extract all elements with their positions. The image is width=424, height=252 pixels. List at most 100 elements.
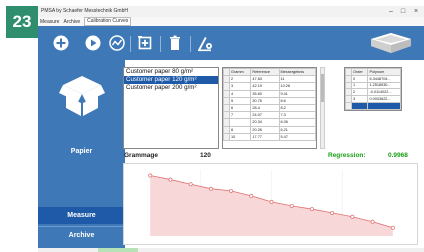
regression-value: 0.9968 [388, 152, 408, 159]
chart-data-point[interactable] [370, 219, 375, 224]
table-cell[interactable]: 20.34 [250, 118, 280, 127]
grammage-label: Grammage [124, 152, 158, 159]
menu-bar: Measure Archive Calibration Curves [38, 17, 424, 26]
table-cell[interactable]: 42.19 [250, 82, 280, 91]
add-square-icon[interactable] [136, 34, 154, 52]
chart-data-point[interactable] [229, 188, 234, 193]
table-cell[interactable]: 10.26 [278, 82, 316, 91]
chart-data-point[interactable] [289, 203, 294, 208]
table-cell[interactable] [350, 101, 369, 110]
table-row[interactable]: 5 30.76 8.6 [223, 96, 316, 105]
table-row[interactable] [345, 101, 401, 110]
table-cell[interactable]: 0 [350, 74, 369, 83]
nav-archive-button[interactable]: Archive [38, 226, 125, 243]
chart-data-point[interactable] [188, 182, 193, 187]
minimize-button[interactable]: – [386, 7, 396, 16]
table-cell[interactable]: 47.63 [250, 75, 280, 84]
table-cell[interactable]: 1 [350, 81, 369, 90]
paper-box-icon [57, 70, 107, 120]
window-title: PMSA by Schaefer Messtechnik GmbH [41, 8, 128, 14]
chart-data-point[interactable] [168, 177, 173, 182]
chart-data-point[interactable] [208, 186, 213, 191]
table-cell[interactable]: 8 [228, 125, 252, 134]
table-row[interactable]: 1 1.2518930... [345, 81, 401, 90]
regression-label: Regression: [328, 152, 366, 159]
table-cell[interactable]: 9.41 [278, 89, 316, 98]
table-cell[interactable]: 4 [228, 89, 252, 98]
column-header[interactable]: Reference [250, 68, 280, 77]
table-cell[interactable]: 2 [228, 75, 252, 84]
table-cell[interactable]: 17.77 [250, 132, 280, 141]
table-cell[interactable] [367, 101, 401, 110]
column-header[interactable]: Order [350, 68, 369, 76]
paper-list-item-selected[interactable]: Customer paper 120 g/m² [124, 76, 218, 84]
table-cell[interactable]: 7 [228, 111, 252, 120]
table-cell[interactable]: 0.0003622... [367, 95, 401, 103]
table-cell[interactable]: -0.0114022... [367, 88, 401, 97]
paper-list-item[interactable]: Customer paper 200 g/m² [124, 84, 218, 92]
calibrate-icon[interactable] [196, 34, 214, 52]
chart-data-point[interactable] [269, 199, 274, 204]
app-root: 23 PMSA by Schaefer Messtechnik GmbH – □… [0, 0, 424, 252]
trash-icon[interactable] [166, 34, 184, 52]
table-cell[interactable]: 1.2518930... [367, 81, 401, 90]
trend-circle-icon[interactable] [108, 34, 126, 52]
play-circle-icon[interactable] [84, 34, 102, 52]
window-title-bar: PMSA by Schaefer Messtechnik GmbH – □ × [38, 6, 424, 17]
table-header-row: Gramm Reference Messergebnis [223, 68, 316, 77]
chart-data-point[interactable] [390, 225, 395, 230]
table-cell[interactable]: 28.4 [250, 103, 280, 113]
table-cell[interactable]: 35.60 [250, 89, 280, 98]
chart-data-point[interactable] [249, 193, 254, 198]
table-cell[interactable]: 6.06 [278, 118, 316, 127]
table-row[interactable]: 3 0.0003622... [345, 95, 401, 103]
table-scrollbar[interactable] [320, 67, 325, 149]
table-cell[interactable]: 24.07 [250, 111, 280, 120]
table-cell[interactable]: 11 [278, 75, 316, 84]
table-cell[interactable]: 30.76 [250, 96, 280, 105]
add-circle-icon[interactable] [52, 34, 70, 52]
table-cell[interactable]: 8.6 [278, 96, 316, 105]
table-cell[interactable]: 20.26 [250, 125, 280, 134]
paper-list-item[interactable]: Customer paper 80 g/m² [124, 68, 218, 76]
table-cell[interactable]: 6 [228, 103, 252, 113]
table-row[interactable]: 7 24.07 7.3 [223, 111, 316, 120]
chart-data-point[interactable] [148, 173, 153, 178]
table-cell[interactable]: 7.3 [278, 111, 316, 120]
column-header[interactable]: Messergebnis [278, 68, 316, 77]
table-cell[interactable] [228, 118, 252, 127]
column-header[interactable]: Gramm [228, 68, 252, 77]
scrollbar-thumb[interactable] [321, 74, 324, 102]
menu-archive[interactable]: Archive [63, 19, 80, 25]
table-row[interactable]: 2 -0.0114022... [345, 88, 401, 97]
chart-data-point[interactable] [330, 210, 335, 215]
table-cell[interactable]: 10 [228, 132, 252, 141]
menu-measure[interactable]: Measure [40, 19, 59, 25]
table-cell[interactable]: 6.3448704... [367, 74, 401, 83]
toolbar [38, 26, 424, 60]
table-cell[interactable]: 3 [350, 95, 369, 103]
toolbar-separator [190, 36, 191, 52]
column-header[interactable]: Polynom [367, 68, 401, 76]
table-row[interactable]: 2 47.63 11 [223, 75, 316, 84]
table-row[interactable]: 10 17.77 5.47 [223, 132, 316, 141]
table-row[interactable]: 6 28.4 8.2 [223, 103, 316, 113]
table-cell[interactable]: 5 [228, 96, 252, 105]
table-cell[interactable]: 2 [350, 88, 369, 97]
table-row[interactable]: 20.34 6.06 [223, 118, 316, 127]
calibration-table: Gramm Reference Messergebnis 2 47.63 11 3 42… [222, 67, 317, 149]
table-cell[interactable]: 5.47 [278, 132, 316, 141]
table-cell[interactable]: 8.2 [278, 103, 316, 113]
table-row[interactable]: 4 35.60 9.41 [223, 89, 316, 98]
chart-data-point[interactable] [350, 214, 355, 219]
maximize-button[interactable]: □ [398, 7, 408, 16]
table-row[interactable]: 3 42.19 10.26 [223, 82, 316, 91]
table-cell[interactable]: 6.21 [278, 125, 316, 134]
table-cell[interactable]: 3 [228, 82, 252, 91]
table-row[interactable]: 0 6.3448704... [345, 74, 401, 83]
chart-data-point[interactable] [309, 207, 314, 212]
table-row[interactable]: 8 20.26 6.21 [223, 125, 316, 134]
close-button[interactable]: × [411, 7, 421, 16]
menu-calibration-curves[interactable]: Calibration Curves [84, 17, 132, 26]
nav-measure-button[interactable]: Measure [38, 207, 125, 224]
